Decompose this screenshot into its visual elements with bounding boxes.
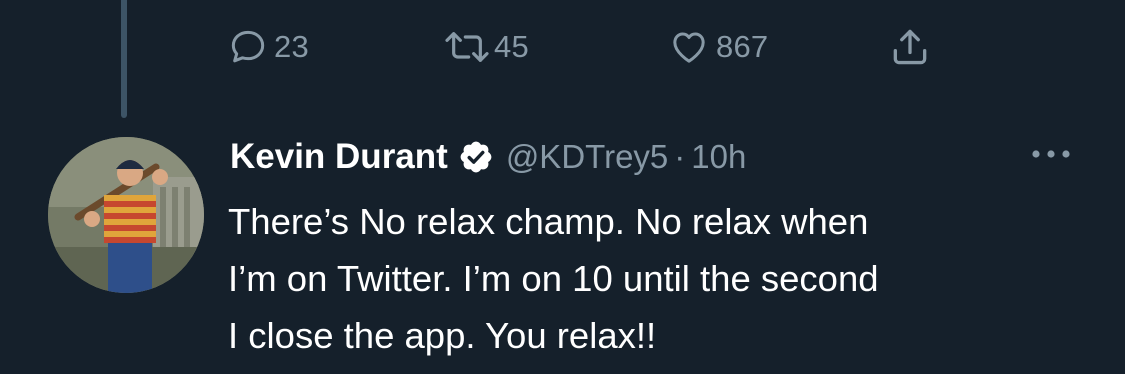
user-handle[interactable]: @KDTrey5	[506, 138, 668, 176]
avatar[interactable]	[48, 137, 204, 293]
tweet-timestamp[interactable]: 10h	[691, 138, 746, 176]
more-options-icon	[1029, 147, 1073, 165]
reply-count: 23	[274, 29, 309, 64]
retweet-button[interactable]: 45	[442, 22, 529, 72]
retweet-icon	[442, 27, 492, 67]
reply-icon	[228, 27, 268, 67]
more-options-button[interactable]	[1026, 138, 1076, 174]
share-button[interactable]	[888, 22, 932, 72]
reply-button[interactable]: 23	[228, 22, 309, 72]
display-name[interactable]: Kevin Durant	[230, 137, 448, 177]
tweet-header: Kevin Durant @KDTrey5 · 10h	[230, 133, 746, 181]
verified-badge-icon	[458, 139, 494, 175]
retweet-count: 45	[494, 29, 529, 64]
like-button[interactable]: 867	[668, 22, 768, 72]
avatar-image	[48, 137, 204, 293]
header-separator: ·	[674, 138, 686, 175]
previous-tweet-action-bar: 23 45 867	[228, 22, 948, 72]
thread-connector-line	[121, 0, 127, 118]
share-icon	[888, 25, 932, 69]
like-icon	[668, 27, 710, 67]
tweet-text: There’s No relax champ. No relax when I’…	[228, 201, 879, 356]
like-count: 867	[716, 29, 769, 64]
